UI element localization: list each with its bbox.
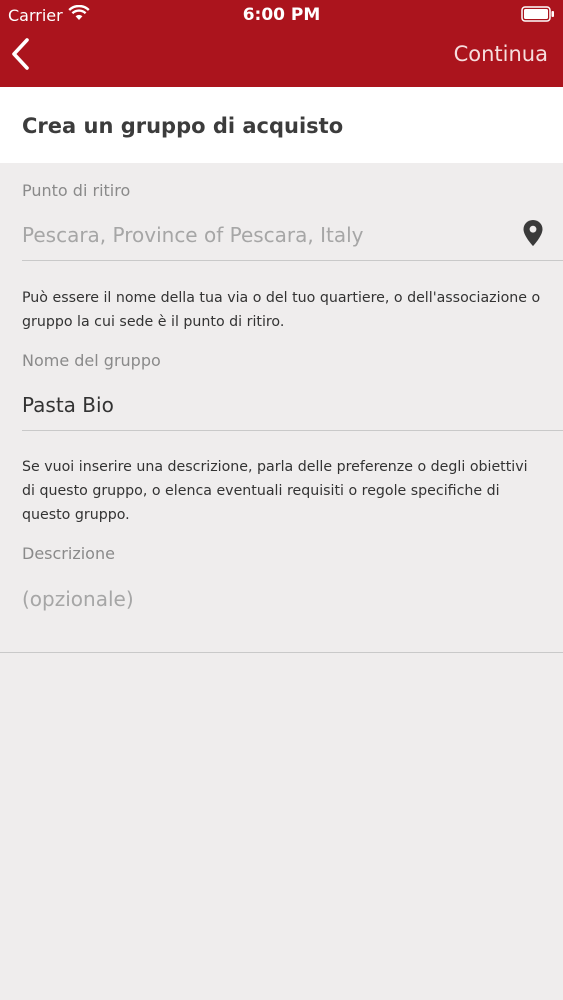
description-help-text: Se vuoi inserire una descrizione, parla …	[22, 459, 528, 523]
battery-icon	[521, 6, 554, 22]
back-chevron-icon[interactable]	[8, 36, 38, 72]
navigation-bar: Carrier 6:00 PM Continua	[0, 0, 563, 87]
location-pin-icon[interactable]	[522, 219, 544, 247]
description-divider	[0, 652, 563, 653]
pickup-divider	[22, 260, 563, 261]
pickup-location-input[interactable]: Pescara, Province of Pescara, Italy	[22, 223, 364, 247]
group-name-input[interactable]: Pasta Bio	[22, 393, 114, 417]
continue-button[interactable]: Continua	[454, 42, 548, 66]
status-time: 6:00 PM	[242, 5, 321, 25]
header-card: Crea un gruppo di acquisto	[0, 87, 563, 163]
description-label: Descrizione	[22, 544, 115, 563]
pickup-label: Punto di ritiro	[22, 181, 131, 200]
group-name-label: Nome del gruppo	[22, 351, 161, 370]
group-name-divider	[22, 430, 563, 431]
page-title: Crea un gruppo di acquisto	[22, 114, 344, 138]
description-input[interactable]: (opzionale)	[22, 587, 134, 611]
group-name-help-text: Può essere il nome della tua via o del t…	[22, 290, 541, 330]
status-bar: Carrier 6:00 PM	[0, 0, 563, 30]
